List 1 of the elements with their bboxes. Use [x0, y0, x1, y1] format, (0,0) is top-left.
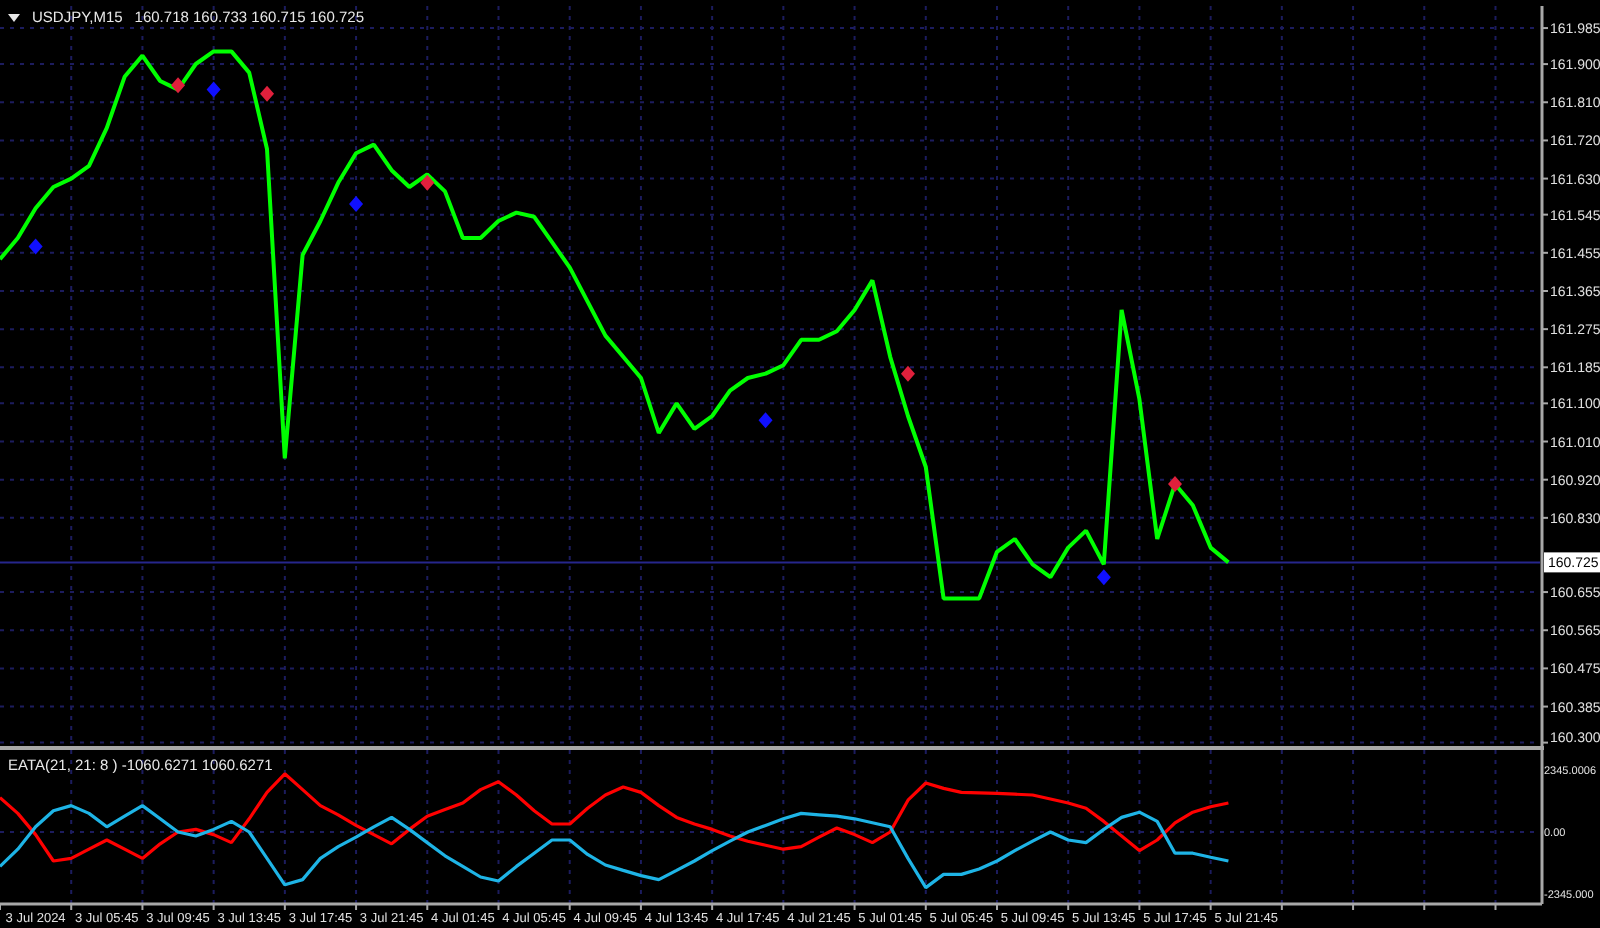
dropdown-triangle-icon[interactable]	[8, 13, 20, 21]
